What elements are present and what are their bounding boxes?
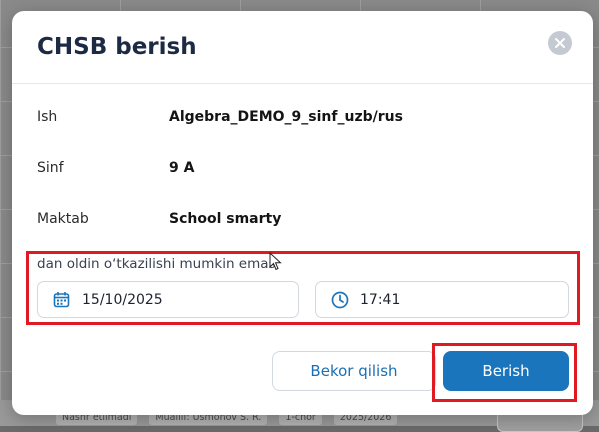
class-label: Sinf bbox=[37, 160, 64, 176]
calendar-icon bbox=[53, 292, 70, 308]
class-value: 9 A bbox=[169, 160, 195, 176]
assign-modal: CHSB berish Ish Algebra_DEMO_9_sinf_uzb/… bbox=[12, 11, 593, 415]
school-value: School smarty bbox=[169, 211, 282, 227]
cancel-button[interactable]: Bekor qilish bbox=[272, 351, 436, 391]
school-label: Maktab bbox=[37, 211, 89, 227]
close-icon bbox=[555, 38, 565, 48]
time-input[interactable]: 17:41 bbox=[315, 281, 569, 318]
date-value: 15/10/2025 bbox=[82, 292, 163, 308]
date-input[interactable]: 15/10/2025 bbox=[37, 281, 299, 318]
modal-title: CHSB berish bbox=[37, 34, 197, 60]
time-value: 17:41 bbox=[360, 292, 401, 308]
work-label: Ish bbox=[37, 109, 58, 125]
clock-icon bbox=[331, 291, 349, 309]
submit-button[interactable]: Berish bbox=[443, 351, 569, 391]
mouse-cursor-icon bbox=[269, 252, 282, 271]
work-value: Algebra_DEMO_9_sinf_uzb/rus bbox=[169, 109, 403, 125]
modal-header: CHSB berish bbox=[12, 11, 593, 84]
close-button[interactable] bbox=[548, 31, 572, 55]
deadline-hint: dan oldin oʻtkazilishi mumkin emas bbox=[37, 256, 276, 272]
